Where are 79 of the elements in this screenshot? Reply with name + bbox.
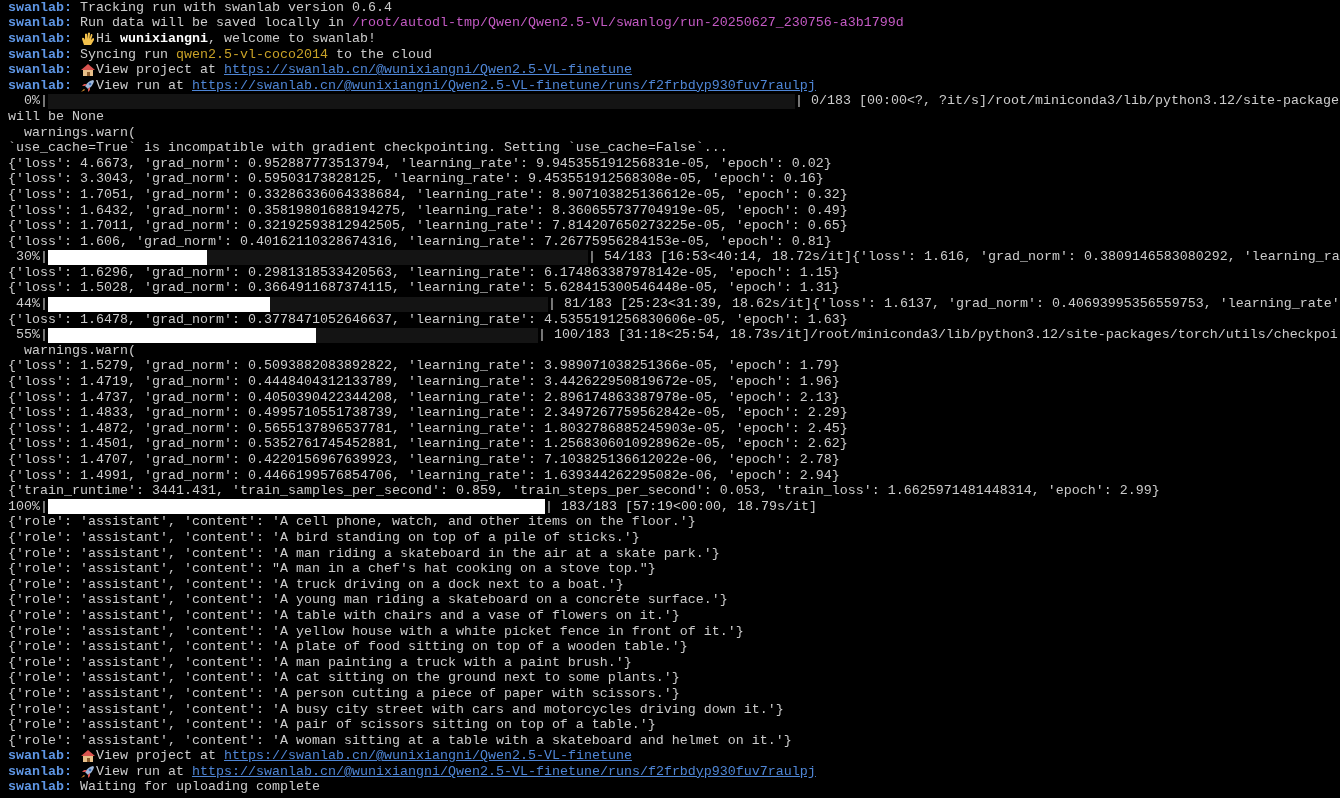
log-line: {'loss': 1.7051, 'grad_norm': 0.33286336064338684, 'learning_rate': 8.907103825136612e-05, 'epoch': 0.32} [8, 186, 848, 203]
log-text: Hi [96, 31, 113, 47]
log-line: {'role': 'assistant', 'content': 'A person cutting a piece of paper with scissors.'} [8, 685, 680, 702]
log-line: {'role': 'assistant', 'content': 'A busy city street with cars and motorcycles driving down it.'} [8, 701, 784, 718]
log-text: Syncing run [79, 46, 169, 63]
waving-hand-icon [80, 32, 96, 46]
log-line: {'loss': 1.5279, 'grad_norm': 0.5093882083892822, 'learning_rate': 3.989071038251366e-05, 'epoch': 1.79} [8, 358, 840, 375]
progress-status: | 100/183 [31:18<25:54, 18.73s/it]/root/miniconda3/lib/python3.12/site-packages/torch/utils/checkpoi [538, 327, 1338, 344]
log-text: View project at [96, 748, 217, 765]
swanlab-prefix: swanlab: [8, 31, 72, 47]
log-line: {'role': 'assistant', 'content': 'A truck driving on a dock next to a boat.'} [8, 576, 624, 593]
log-line: {'loss': 1.6296, 'grad_norm': 0.2981318533420563, 'learning_rate': 6.174863387978142e-05, 'epoch': 1.15} [8, 264, 840, 281]
link[interactable]: https://swanlab.cn/@wunixiangni/Qwen2.5-VL-finetune [224, 748, 632, 765]
log-line: {'loss': 1.6432, 'grad_norm': 0.35819801688194275, 'learning_rate': 8.360655737704919e-05, 'epoch': 0.49} [8, 202, 848, 219]
swanlab-prefix: swanlab: [8, 46, 72, 63]
house-icon [80, 749, 96, 764]
log-line: warnings.warn( [23, 342, 136, 359]
log-line: {'role': 'assistant', 'content': 'A plate of food sitting on top of a wooden table.'} [8, 639, 688, 656]
log-line: {'loss': 3.3043, 'grad_norm': 0.59503173828125, 'learning_rate': 9.453551912568308e-05, 'epoch': 0.16} [8, 171, 824, 188]
link[interactable]: https://swanlab.cn/@wunixiangni/Qwen2.5-VL-finetune/runs/f2frbdyp930fuv7raulpj [192, 77, 816, 94]
swanlab-prefix: swanlab: [8, 748, 72, 765]
swanlab-prefix: swanlab: [8, 62, 72, 79]
progress-status: | 0/183 [00:00<?, ?it/s]/root/miniconda3/lib/python3.12/site-package [795, 93, 1339, 110]
progress-percent: 30%| [15, 249, 48, 266]
log-line: {'role': 'assistant', 'content': 'A cat sitting on the ground next to some plants.'} [8, 670, 680, 687]
swanlab-prefix: swanlab: [8, 779, 72, 796]
log-line: {'loss': 4.6673, 'grad_norm': 0.952887773513794, 'learning_rate': 9.945355191256831e-05, 'epoch': 0.02} [8, 155, 832, 172]
log-line: {'role': 'assistant', 'content': 'A young man riding a skateboard on a concrete surface.'} [8, 592, 728, 609]
log-text: View run at [96, 77, 185, 94]
log-line: {'loss': 1.4501, 'grad_norm': 0.5352761745452881, 'learning_rate': 1.2568306010928962e-05, 'epoch': 2.62} [8, 436, 848, 453]
log-line: {'train_runtime': 3441.431, 'train_samples_per_second': 0.859, 'train_steps_per_second': 0.053, 'train_loss': 1.6625971481448314, 'epoch': 2.99} [8, 483, 1160, 500]
log-line: {'loss': 1.4991, 'grad_norm': 0.4466199576854706, 'learning_rate': 1.639344262295082e-06, 'epoch': 2.94} [8, 467, 840, 484]
progress-percent: 44%| [15, 296, 48, 313]
log-line: {'role': 'assistant', 'content': 'A cell phone, watch, and other items on the floor.'} [8, 514, 696, 531]
log-text: Run data will be saved locally in [79, 15, 345, 32]
progress-percent: 55%| [15, 327, 48, 344]
link[interactable]: https://swanlab.cn/@wunixiangni/Qwen2.5-VL-finetune [224, 62, 632, 79]
log-line: {'loss': 1.4737, 'grad_norm': 0.4050390422344208, 'learning_rate': 2.896174863387978e-05, 'epoch': 2.13} [8, 389, 840, 406]
log-line: warnings.warn( [23, 124, 136, 141]
swanlab-prefix: swanlab: [8, 15, 72, 32]
progress-status: | 54/183 [16:53<40:14, 18.72s/it]{'loss': 1.616, 'grad_norm': 0.3809146583080292, 'learning_ra [588, 249, 1340, 266]
log-line: {'loss': 1.6478, 'grad_norm': 0.3778471052646637, 'learning_rate': 4.5355191256830606e-05, 'epoch': 1.63} [8, 311, 848, 328]
run-name: qwen2.5-vl-coco2014 [176, 46, 328, 63]
progress-status: | 183/183 [57:19<00:00, 18.79s/it] [545, 498, 817, 515]
log-line: {'role': 'assistant', 'content': 'A woman sitting at a table with a skateboard and helmet on it.'} [8, 732, 792, 749]
log-line: {'role': 'assistant', 'content': 'A man painting a truck with a paint brush.'} [8, 654, 632, 671]
swanlab-prefix: swanlab: [8, 77, 72, 94]
log-text: Tracking run with swanlab version 0.6.4 [79, 0, 392, 16]
rocket-icon [80, 78, 96, 93]
progress-status: | 81/183 [25:23<31:39, 18.62s/it]{'loss': 1.6137, 'grad_norm': 0.40693995356559753, 'learning_rate' [548, 296, 1340, 313]
log-line: {'role': 'assistant', 'content': 'A table with chairs and a vase of flowers on it.'} [8, 607, 680, 624]
log-line: {'loss': 1.4872, 'grad_norm': 0.5655137896537781, 'learning_rate': 1.8032786885245903e-05, 'epoch': 2.45} [8, 420, 848, 437]
log-line: {'loss': 1.4719, 'grad_norm': 0.4448404312133789, 'learning_rate': 3.442622950819672e-05, 'epoch': 1.96} [8, 374, 840, 391]
log-line: {'loss': 1.7011, 'grad_norm': 0.32192593812942505, 'learning_rate': 7.814207650273225e-05, 'epoch': 0.65} [8, 218, 848, 235]
house-icon [80, 63, 96, 78]
log-text: View project at [96, 62, 217, 79]
log-line: {'loss': 1.5028, 'grad_norm': 0.3664911687374115, 'learning_rate': 5.628415300546448e-05, 'epoch': 1.31} [8, 280, 840, 297]
rocket-icon [80, 764, 96, 779]
swanlab-prefix: swanlab: [8, 763, 72, 780]
log-text: View run at [96, 763, 185, 780]
log-text: to the cloud [334, 46, 432, 63]
log-line: {'loss': 1.606, 'grad_norm': 0.40162110328674316, 'learning_rate': 7.26775956284153e-05, 'epoch': 0.81} [8, 233, 832, 250]
swanlab-prefix: swanlab: [8, 0, 72, 16]
file-path: /root/autodl-tmp/Qwen/Qwen2.5-VL/swanlog/run-20250627_230756-a3b1799d [351, 15, 904, 32]
user-name: wunixiangni [120, 31, 208, 47]
log-line: {'loss': 1.4707, 'grad_norm': 0.4220156967639923, 'learning_rate': 7.103825136612022e-06, 'epoch': 2.78} [8, 452, 840, 468]
log-line: {'loss': 1.4833, 'grad_norm': 0.4995710551738739, 'learning_rate': 2.3497267759562842e-05, 'epoch': 2.29} [8, 405, 848, 422]
log-line: will be None [8, 108, 104, 125]
log-line: {'role': 'assistant', 'content': 'A man riding a skateboard in the air at a skate park.'} [8, 545, 720, 562]
log-text: , welcome to swanlab! [208, 31, 376, 47]
log-line: `use_cache=True` is incompatible with gradient checkpointing. Setting `use_cache=False`... [8, 140, 728, 157]
progress-percent: 0%| [23, 93, 48, 110]
log-line: {'role': 'assistant', 'content': 'A bird standing on top of a pile of sticks.'} [8, 530, 640, 546]
log-line: {'role': 'assistant', 'content': 'A pair of scissors sitting on top of a table.'} [8, 717, 656, 734]
link[interactable]: https://swanlab.cn/@wunixiangni/Qwen2.5-VL-finetune/runs/f2frbdyp930fuv7raulpj [192, 763, 816, 780]
log-line: {'role': 'assistant', 'content': "A man in a chef's hat cooking on a stove top."} [8, 561, 656, 578]
log-line: {'role': 'assistant', 'content': 'A yellow house with a white picket fence in front of it.'} [8, 623, 744, 640]
log-text: Waiting for uploading complete [79, 779, 320, 796]
progress-percent: 100%| [8, 498, 48, 515]
